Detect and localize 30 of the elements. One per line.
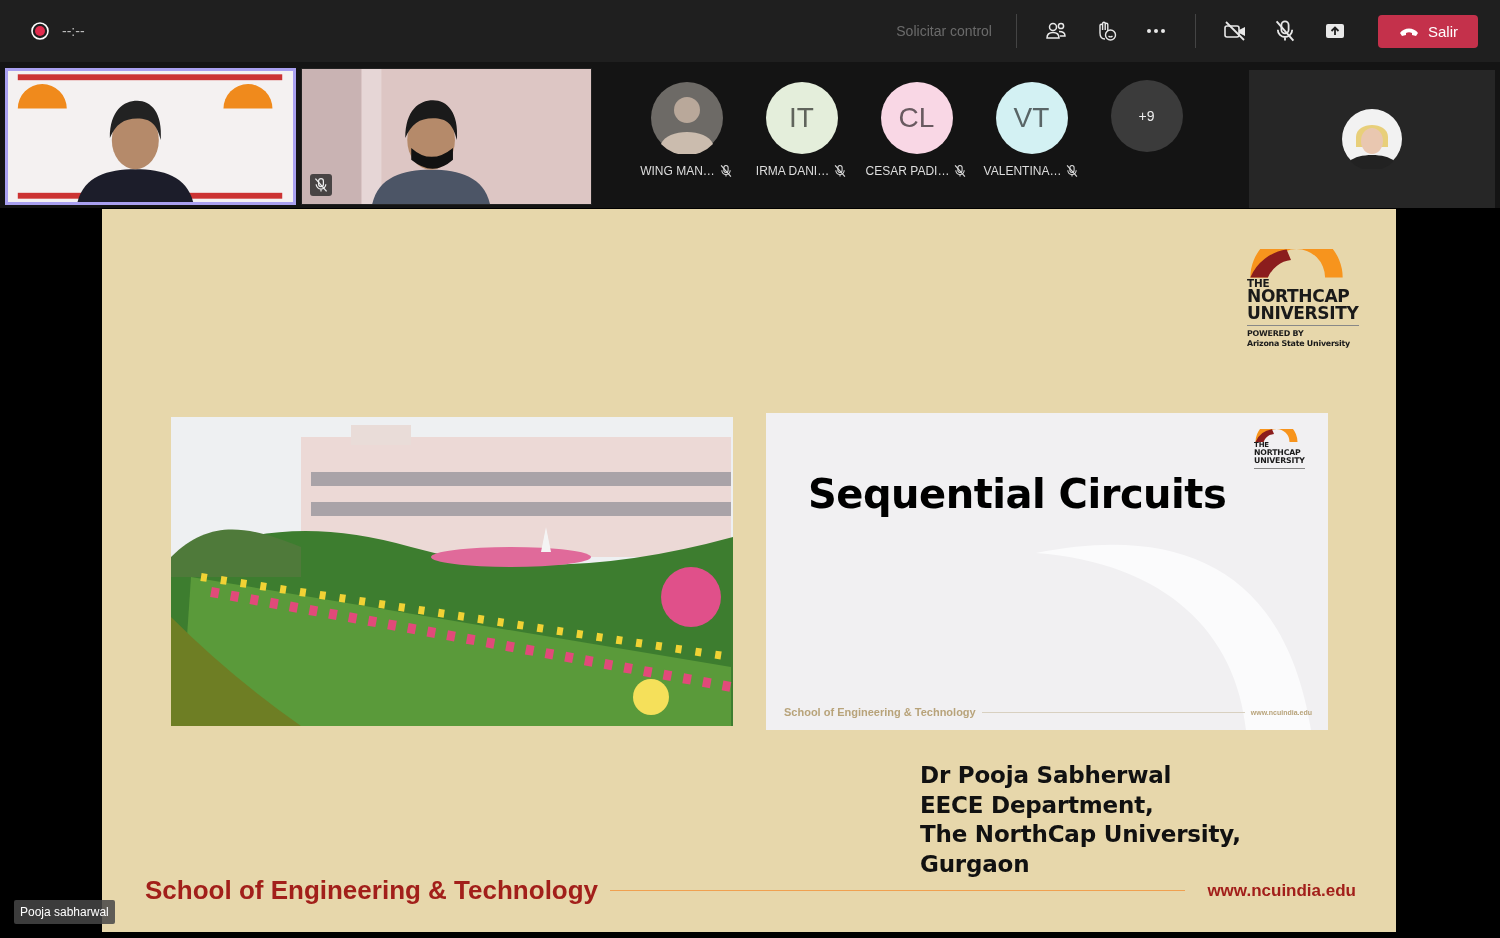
mic-off-icon[interactable] — [313, 177, 329, 193]
initials-avatar: CL — [880, 82, 953, 154]
slide-footer-text: School of Engineering & Technology — [145, 875, 599, 906]
leave-button[interactable]: Salir — [1378, 14, 1478, 48]
presenter-name: Pooja sabharwal — [14, 900, 115, 924]
logo-arc-icon — [1247, 249, 1346, 278]
mic-off-icon[interactable] — [833, 164, 848, 178]
participant-name: WING MAN… — [640, 164, 715, 178]
slide-url: www.ncuindia.edu — [1207, 880, 1356, 901]
slide-title: Sequential Circuits — [808, 471, 1227, 517]
participant-name: CESAR PADI… — [865, 164, 950, 178]
logo-text: UNIVERSITY — [1247, 305, 1359, 323]
avatar-icon — [650, 82, 723, 154]
mic-off-icon[interactable] — [1065, 164, 1080, 178]
logo-arc-icon — [1254, 429, 1299, 442]
logo-text: THE — [1247, 277, 1270, 289]
author-info: Dr Pooja Sabherwal EECE Department, The NorthCap University, Gurgaon — [920, 761, 1241, 879]
avatar-icon — [1342, 109, 1402, 169]
initials-avatar: VT — [995, 82, 1068, 154]
initials-avatar: IT — [765, 82, 838, 154]
mic-off-icon[interactable] — [953, 164, 968, 178]
slide-footer-text: School of Engineering & Technology — [784, 706, 976, 718]
participant-name: VALENTINA… — [983, 164, 1062, 178]
mic-off-icon[interactable] — [718, 164, 733, 178]
call-timer: --:-- — [62, 23, 85, 39]
camera-off-icon[interactable] — [1223, 19, 1247, 43]
mic-off-icon[interactable] — [1273, 19, 1297, 43]
logo-text: NORTHCAP — [1247, 288, 1350, 306]
more-participants-button[interactable]: +9 — [1110, 80, 1183, 152]
participant-name: IRMA DANI… — [755, 164, 830, 178]
